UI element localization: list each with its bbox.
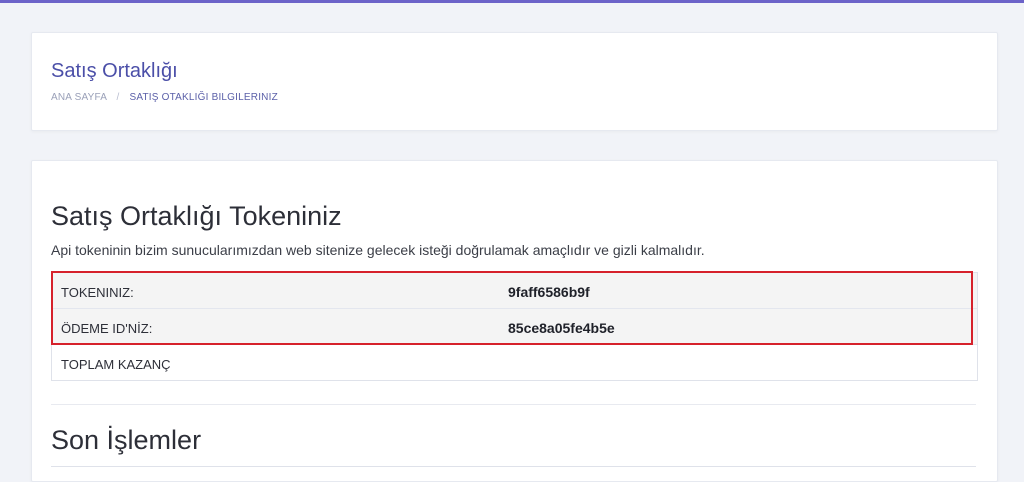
breadcrumb-current: SATIŞ OTAKLIĞI BILGILERINIZ [129,92,278,103]
token-description: Api tokeninin bizim sunucularımızdan web… [51,242,705,258]
recent-transactions-title: Son İşlemler [51,425,202,455]
token-label: TOKENINIZ: [61,285,134,300]
payment-id-label: ÖDEME ID'NİZ: [61,321,153,336]
section-divider [51,404,976,405]
token-card: Satış Ortaklığı Tokeniniz Api tokeninin … [31,160,998,482]
token-info-table: TOKENINIZ: 9faff6586b9f ÖDEME ID'NİZ: 85… [51,272,978,381]
payment-id-value: 85ce8a05fe4b5e [508,320,615,336]
table-row-token: TOKENINIZ: 9faff6586b9f [52,273,977,309]
table-row-payment-id: ÖDEME ID'NİZ: 85ce8a05fe4b5e [52,309,977,345]
top-accent-bar [0,0,1024,3]
page-header-card: Satış Ortaklığı ANA SAYFA / SATIŞ OTAKLI… [31,32,998,131]
recent-transactions-table [51,466,976,477]
token-section-title: Satış Ortaklığı Tokeniniz [51,201,342,231]
token-value: 9faff6586b9f [508,284,590,300]
total-earnings-label: TOPLAM KAZANÇ [61,357,171,372]
breadcrumb-separator: / [116,92,120,103]
page-title: Satış Ortaklığı [51,60,178,82]
breadcrumb-home-link[interactable]: ANA SAYFA [51,92,107,103]
breadcrumb: ANA SAYFA / SATIŞ OTAKLIĞI BILGILERINIZ [51,92,278,103]
table-row-total-earnings: TOPLAM KAZANÇ [52,345,977,380]
